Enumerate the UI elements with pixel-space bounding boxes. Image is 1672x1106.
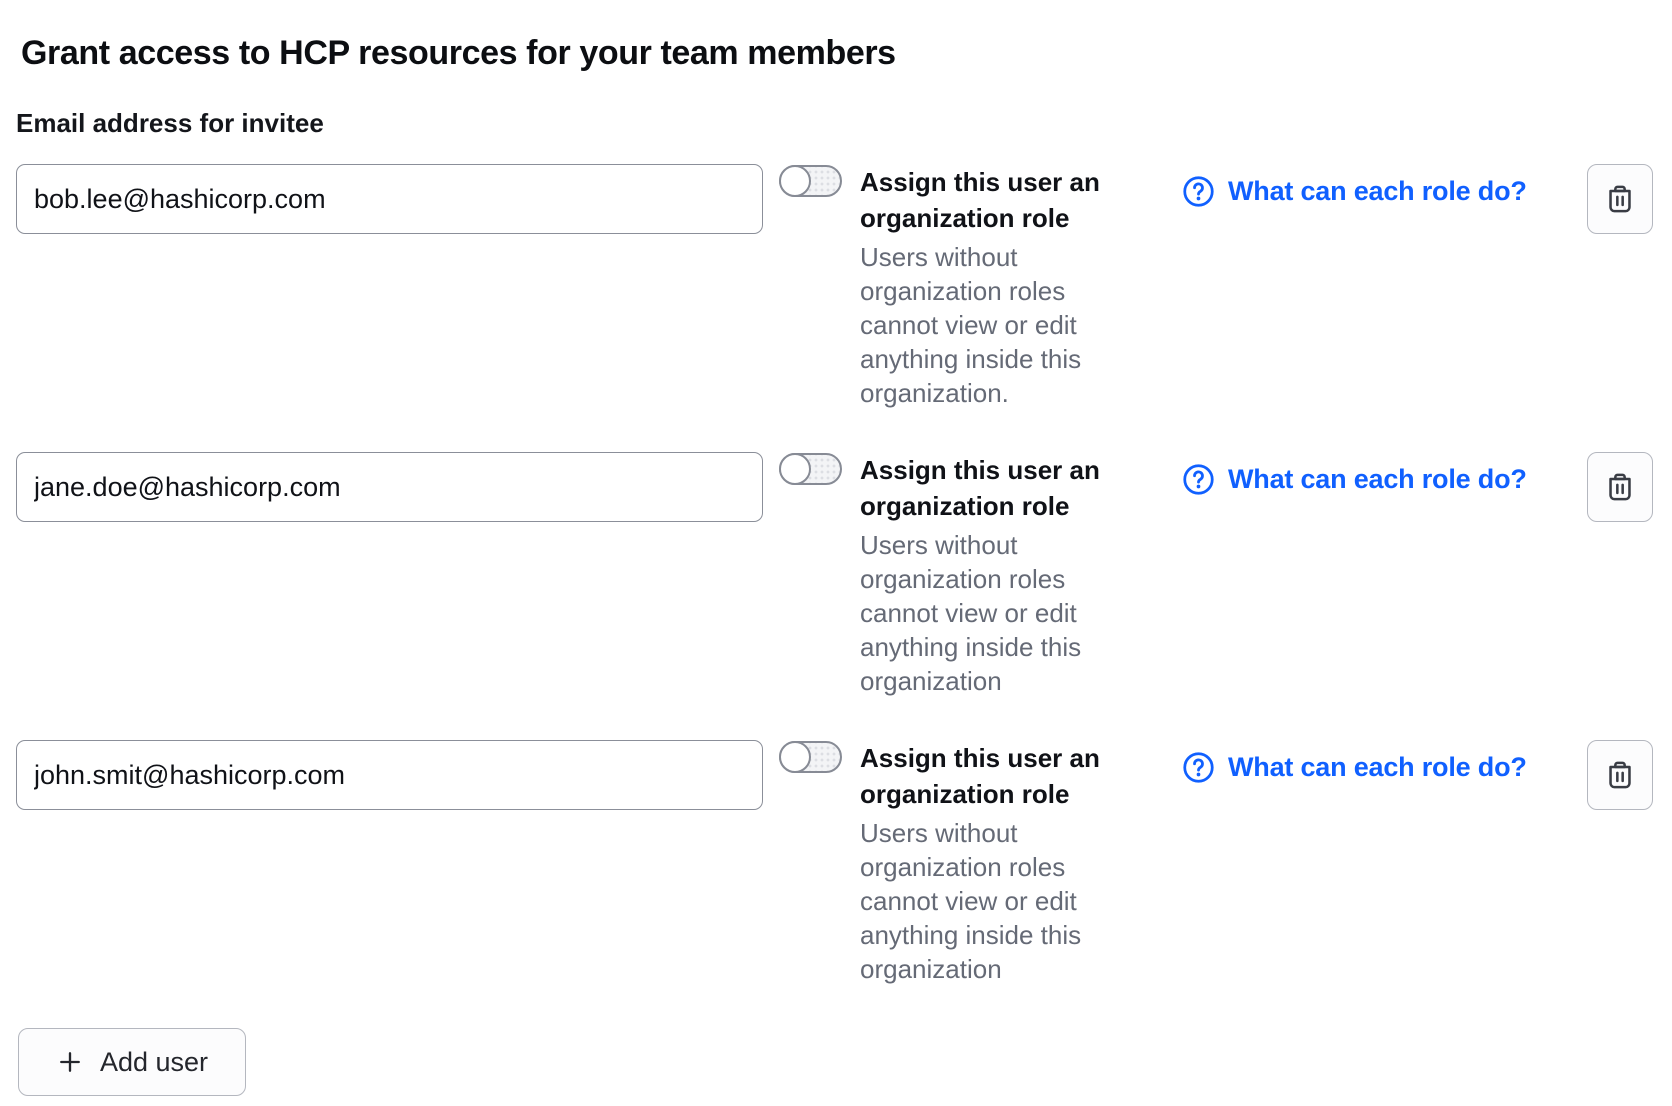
email-input[interactable] [16, 164, 763, 234]
role-help-link-label: What can each role do? [1228, 464, 1527, 495]
delete-row-button[interactable] [1587, 164, 1653, 234]
role-help-link[interactable]: What can each role do? [1182, 175, 1527, 208]
page-title: Grant access to HCP resources for your t… [21, 32, 1653, 74]
delete-row-button[interactable] [1587, 740, 1653, 810]
assign-role-description: Users without organization roles cannot … [860, 240, 1132, 410]
trash-icon [1604, 470, 1636, 504]
org-role-toggle[interactable] [779, 165, 842, 197]
invite-rows: Assign this user an organization role Us… [16, 164, 1653, 986]
delete-row-button[interactable] [1587, 452, 1653, 522]
assign-role-text: Assign this user an organization role Us… [860, 164, 1132, 410]
role-help-link[interactable]: What can each role do? [1182, 751, 1527, 784]
role-help-link[interactable]: What can each role do? [1182, 463, 1527, 496]
toggle-knob [779, 453, 811, 485]
email-input[interactable] [16, 740, 763, 810]
trash-icon [1604, 758, 1636, 792]
assign-role-text: Assign this user an organization role Us… [860, 452, 1132, 698]
assign-role-description: Users without organization roles cannot … [860, 528, 1132, 698]
email-address-label: Email address for invitee [16, 107, 1653, 139]
assign-role-text: Assign this user an organization role Us… [860, 740, 1132, 986]
toggle-knob [779, 741, 811, 773]
assign-role-description: Users without organization roles cannot … [860, 816, 1132, 986]
assign-role-label: Assign this user an organization role [860, 452, 1132, 524]
question-circle-icon [1182, 751, 1215, 784]
add-user-button[interactable]: Add user [18, 1028, 246, 1096]
question-circle-icon [1182, 175, 1215, 208]
org-role-toggle[interactable] [779, 453, 842, 485]
email-input[interactable] [16, 452, 763, 522]
role-help-link-label: What can each role do? [1228, 176, 1527, 207]
invite-row: Assign this user an organization role Us… [16, 164, 1653, 410]
org-role-toggle[interactable] [779, 741, 842, 773]
question-circle-icon [1182, 463, 1215, 496]
role-help-link-label: What can each role do? [1228, 752, 1527, 783]
add-user-label: Add user [100, 1047, 208, 1078]
assign-role-label: Assign this user an organization role [860, 164, 1132, 236]
invite-row: Assign this user an organization role Us… [16, 740, 1653, 986]
trash-icon [1604, 182, 1636, 216]
toggle-knob [779, 165, 811, 197]
assign-role-label: Assign this user an organization role [860, 740, 1132, 812]
grant-access-panel: Grant access to HCP resources for your t… [0, 0, 1672, 1106]
plus-icon [56, 1048, 84, 1076]
invite-row: Assign this user an organization role Us… [16, 452, 1653, 698]
